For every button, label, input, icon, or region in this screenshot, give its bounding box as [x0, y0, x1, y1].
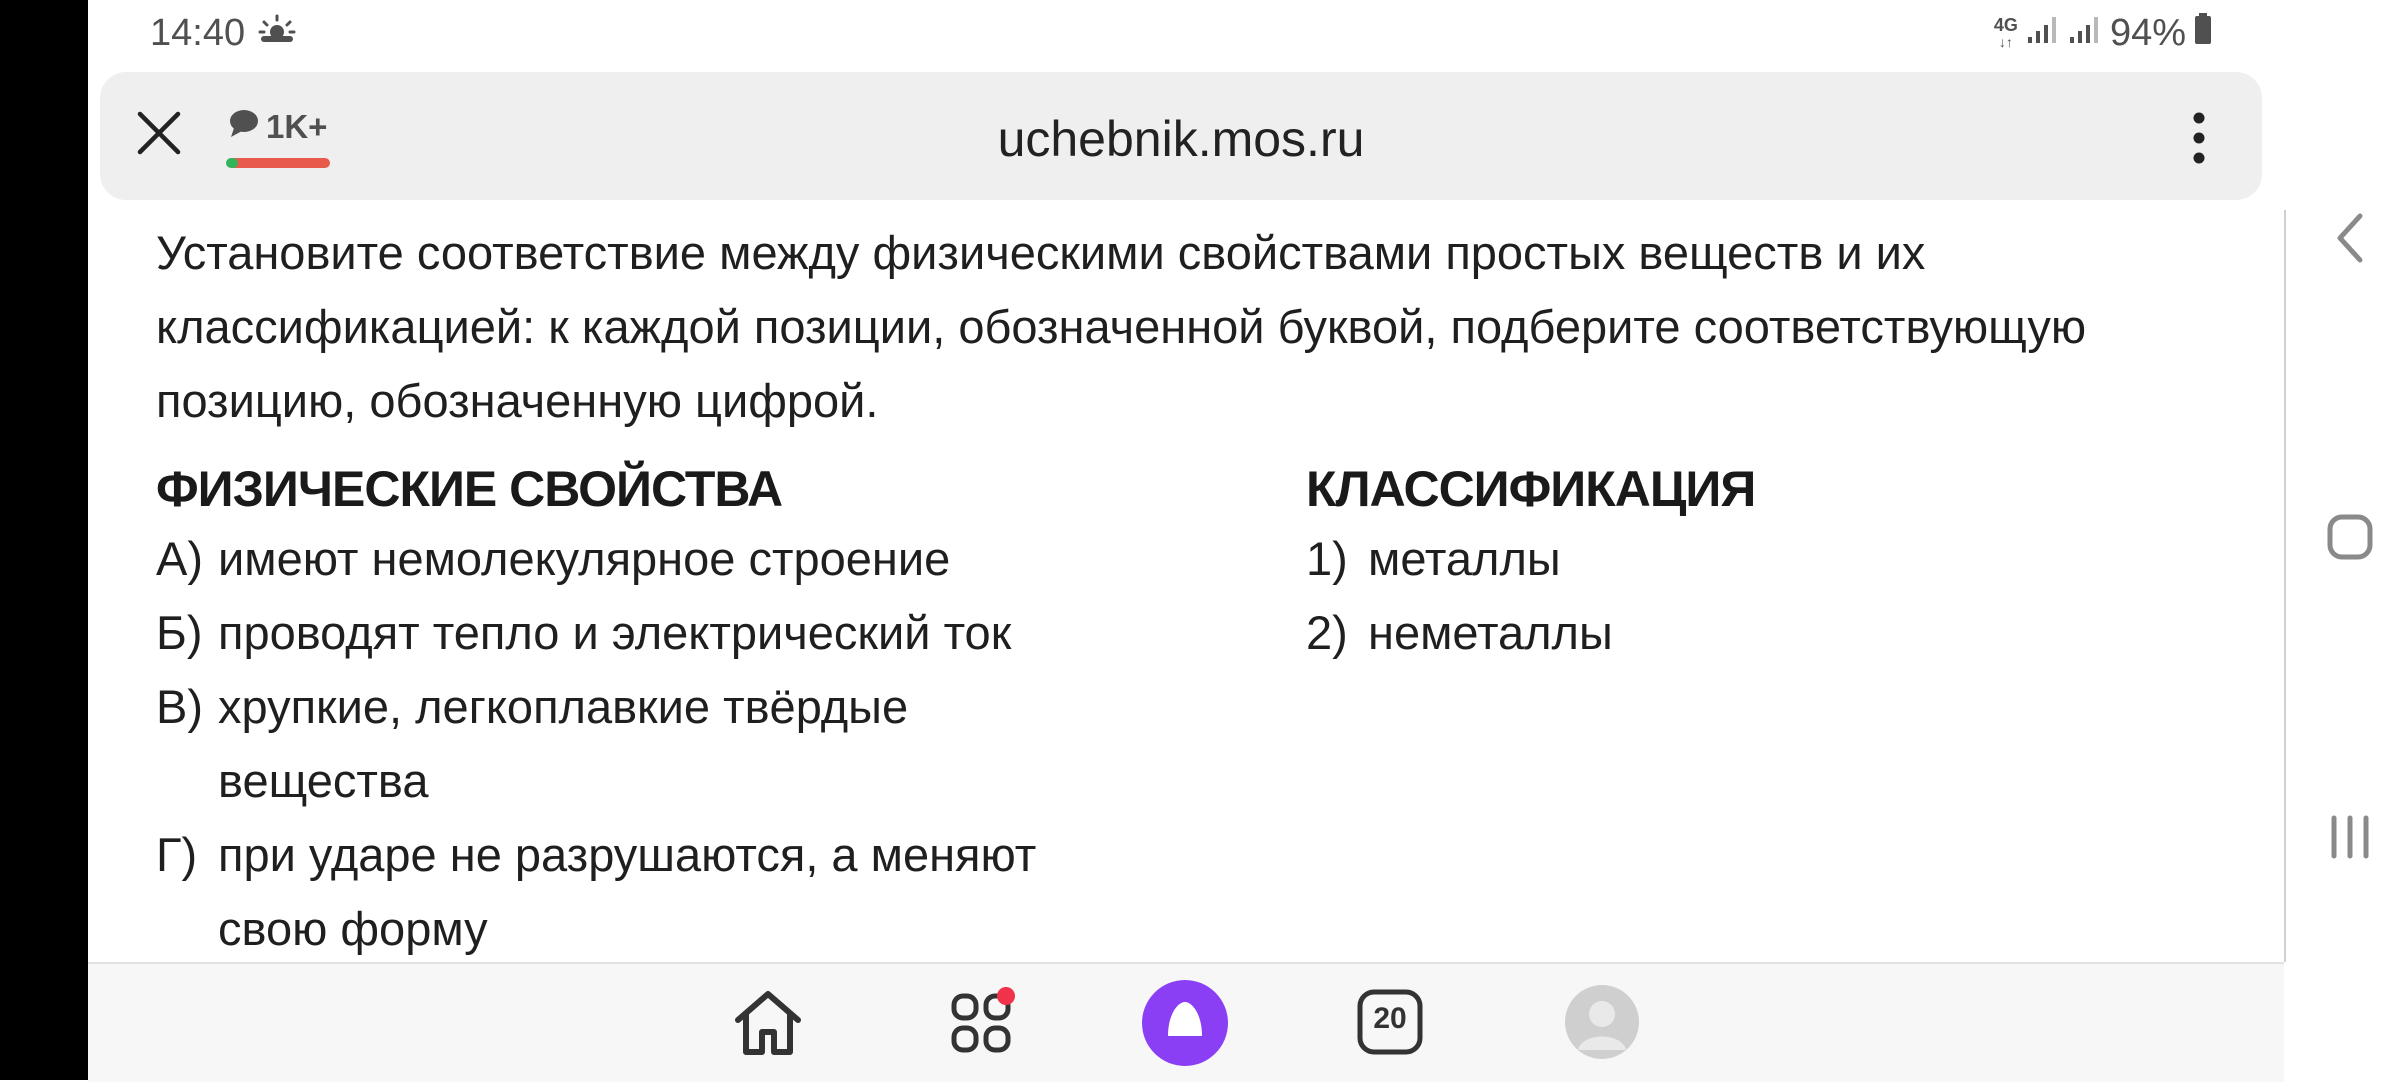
property-item: В) хрупкие, легкоплавкие твёрдые веществ… — [156, 680, 909, 807]
signal-icon-2 — [2068, 12, 2102, 55]
browser-top-bar: 1K+ uchebnik.mos.ru — [100, 72, 2262, 200]
apps-grid-icon[interactable] — [948, 986, 1020, 1063]
page-content: Установите соответствие между физическим… — [88, 210, 2286, 962]
property-item: Г) при ударе не разрушаются, а меняют св… — [156, 828, 1037, 955]
bottom-nav-bar: 20 — [88, 962, 2284, 1082]
home-icon[interactable] — [730, 986, 806, 1063]
property-item: Б) проводят тепло и электрический ток — [156, 606, 1012, 659]
classification-item: 1) металлы — [1306, 532, 1561, 585]
system-nav-bar — [2300, 0, 2400, 1080]
url-text[interactable]: uchebnik.mos.ru — [100, 110, 2262, 168]
profile-avatar-icon[interactable] — [1564, 984, 1640, 1065]
more-vertical-icon[interactable] — [2192, 112, 2206, 169]
status-indicators: 4G ↓↑ 94% — [1994, 12, 2212, 55]
tabs-counter-icon[interactable]: 20 — [1356, 988, 1424, 1061]
status-time: 14:40 — [150, 12, 246, 54]
back-chevron-icon[interactable] — [2326, 210, 2374, 271]
battery-icon — [2194, 12, 2212, 55]
home-square-icon[interactable] — [2326, 512, 2374, 567]
left-black-bar — [0, 0, 88, 1080]
classification-header: КЛАССИФИКАЦИЯ — [1306, 461, 1756, 517]
properties-column: ФИЗИЧЕСКИЕ СВОЙСТВА А) имеют немолекуляр… — [156, 456, 1216, 962]
classification-column: КЛАССИФИКАЦИЯ 1) металлы 2) неметаллы — [1306, 456, 2206, 670]
alice-assistant-icon[interactable] — [1140, 978, 1230, 1073]
tabs-count: 20 — [1373, 1002, 1407, 1035]
property-item: А) имеют немолекулярное строение — [156, 532, 951, 585]
recent-apps-icon[interactable] — [2326, 812, 2374, 867]
network-type-icon: 4G ↓↑ — [1993, 15, 2018, 50]
battery-level: 94% — [2109, 12, 2186, 54]
classification-item: 2) неметаллы — [1306, 606, 1613, 659]
signal-icon — [2026, 12, 2060, 55]
properties-header: ФИЗИЧЕСКИЕ СВОЙСТВА — [156, 461, 783, 517]
sun-cloud-icon — [258, 14, 296, 49]
task-instruction: Установите соответствие между физическим… — [156, 226, 2087, 427]
